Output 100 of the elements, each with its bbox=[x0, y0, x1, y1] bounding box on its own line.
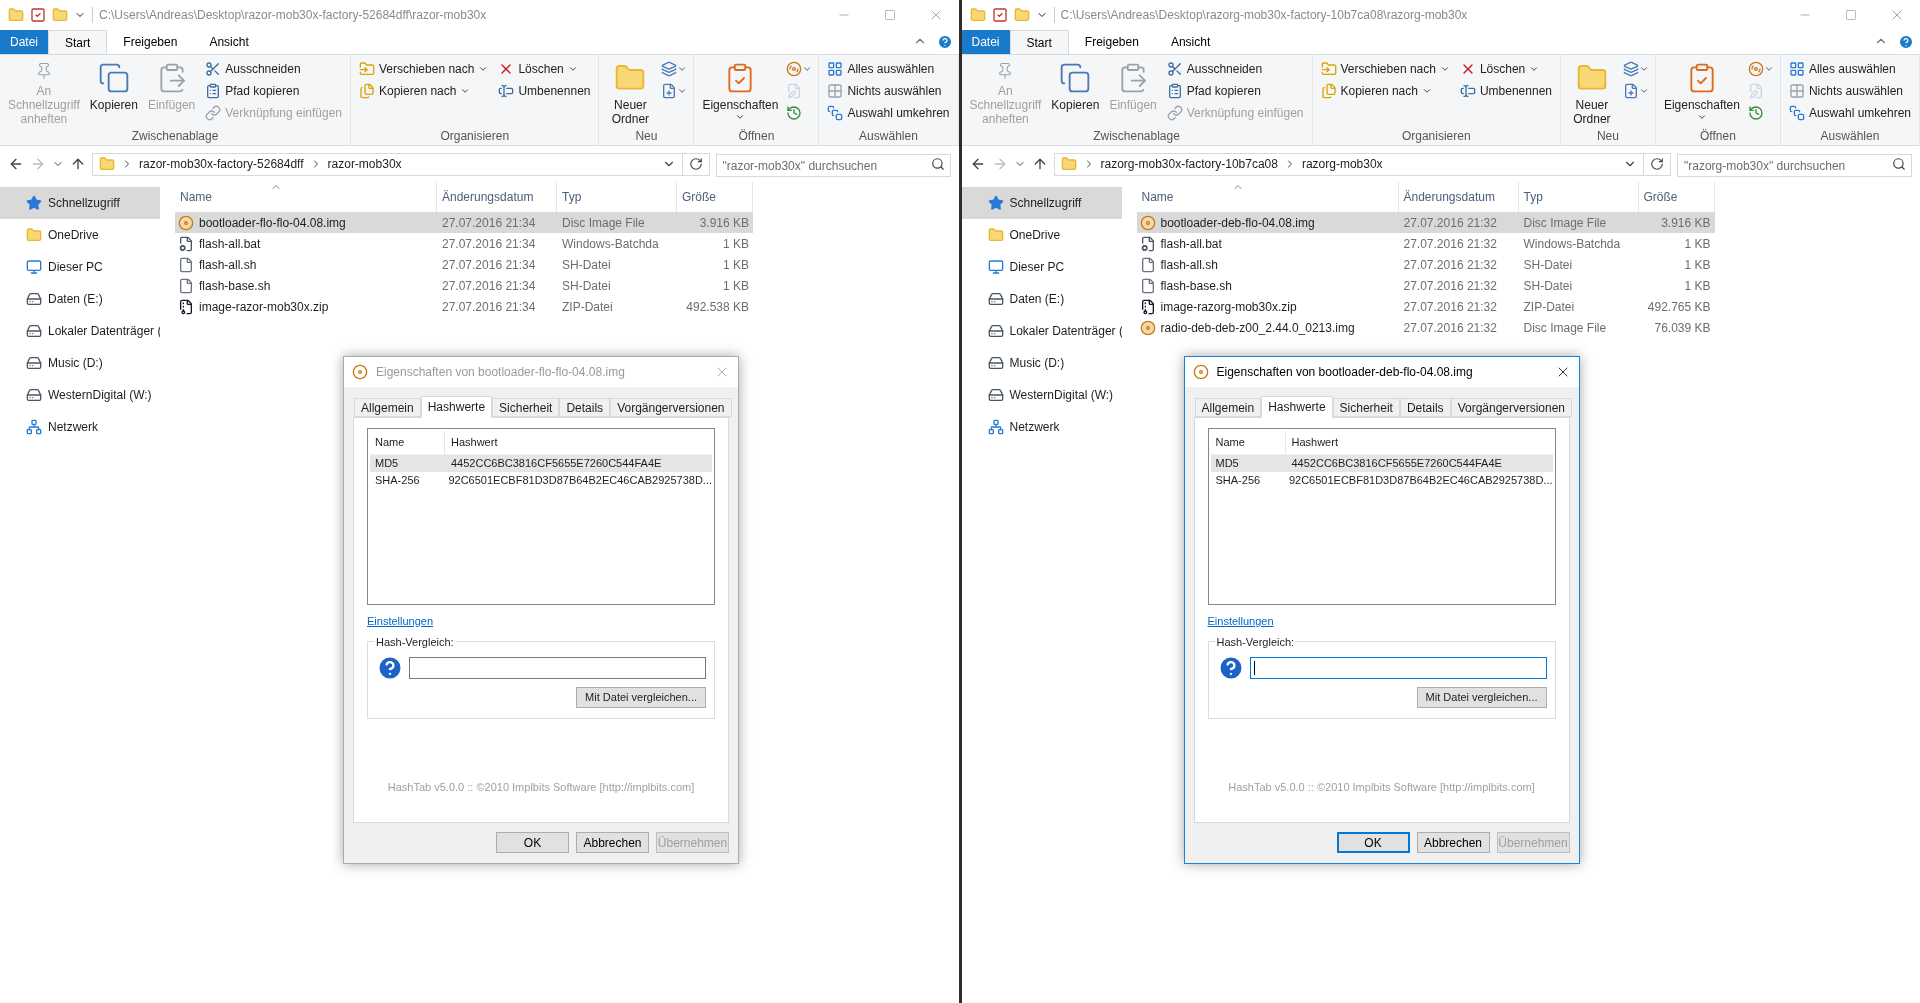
dialog-tab[interactable]: Allgemein bbox=[354, 398, 421, 417]
dialog-tab[interactable]: Details bbox=[559, 398, 611, 417]
ribbon-button[interactable]: Eigenschaften bbox=[698, 58, 783, 126]
nav-item[interactable]: Schnellzugriff bbox=[0, 187, 160, 219]
nav-item[interactable]: Music (D:) bbox=[0, 347, 160, 379]
file-row[interactable]: bootloader-deb-flo-04.08.img 27.07.2016 21:32 Disc Image File 3.916 KB bbox=[1136, 212, 1715, 233]
up-icon[interactable] bbox=[70, 156, 86, 172]
column-header[interactable]: Name bbox=[370, 431, 445, 454]
nav-item[interactable]: Daten (E:) bbox=[0, 283, 160, 315]
nav-item[interactable]: WesternDigital (W:) bbox=[961, 379, 1122, 411]
breadcrumb-item[interactable]: razor-mob30x bbox=[327, 155, 402, 173]
help-icon[interactable] bbox=[1898, 34, 1914, 50]
dialog-tab[interactable]: Vorgängerversionen bbox=[610, 398, 732, 417]
compare-file-button[interactable]: Mit Datei vergleichen... bbox=[1416, 686, 1547, 708]
breadcrumb-item[interactable]: razorg-mob30x-factory-10b7ca08 bbox=[1100, 155, 1278, 173]
properties-icon[interactable] bbox=[30, 7, 46, 23]
dialog-button[interactable]: OK bbox=[496, 832, 569, 853]
ribbon-button[interactable]: Verschieben nach bbox=[1316, 58, 1454, 80]
search-field[interactable]: "razor-mob30x" durchsuchen bbox=[715, 154, 951, 177]
ribbon-button[interactable]: Ausschneiden bbox=[201, 58, 346, 80]
column-header[interactable]: Hashwert bbox=[445, 431, 712, 454]
ribbon-button[interactable]: Kopieren bbox=[85, 58, 142, 126]
address-bar[interactable]: razor-mob30x-factory-52684dff razor-mob30x bbox=[92, 152, 710, 176]
ribbon-button[interactable]: Nichts auswählen bbox=[1784, 80, 1915, 102]
dialog-tab[interactable]: Allgemein bbox=[1194, 398, 1262, 417]
nav-item[interactable]: WesternDigital (W:) bbox=[0, 379, 160, 411]
ribbon-tab[interactable]: Ansicht bbox=[1154, 30, 1227, 54]
ribbon-button[interactable]: Alles auswählen bbox=[1784, 58, 1915, 80]
hash-row[interactable]: SHA-256 92C6501ECBF81D3D87B64B2EC46CAB2925738D... bbox=[370, 472, 712, 489]
ribbon-button[interactable]: Auswahl umkehren bbox=[823, 102, 954, 124]
ribbon-tab[interactable]: Start bbox=[48, 30, 108, 54]
dialog-tab[interactable]: Sicherheit bbox=[1332, 398, 1400, 417]
ribbon-tab[interactable]: Datei bbox=[0, 30, 48, 54]
nav-item[interactable]: Daten (E:) bbox=[961, 283, 1122, 315]
file-row[interactable]: flash-base.sh 27.07.2016 21:32 SH-Datei 1 KB bbox=[1136, 275, 1715, 296]
dialog-button[interactable]: OK bbox=[1336, 832, 1410, 853]
search-field[interactable]: "razorg-mob30x" durchsuchen bbox=[1677, 154, 1912, 177]
ribbon-button[interactable]: Kopieren nach bbox=[355, 80, 493, 102]
ribbon-button[interactable]: Pfad kopieren bbox=[201, 80, 346, 102]
nav-item[interactable]: OneDrive bbox=[0, 219, 160, 251]
nav-item[interactable]: Netzwerk bbox=[0, 411, 160, 443]
search-icon[interactable] bbox=[930, 156, 945, 171]
file-row[interactable]: image-razorg-mob30x.zip 27.07.2016 21:32 ZIP-Datei 492.765 KB bbox=[1136, 296, 1715, 317]
dialog-tab[interactable]: Details bbox=[1399, 398, 1451, 417]
breadcrumb-item[interactable]: razorg-mob30x bbox=[1301, 155, 1383, 173]
ribbon-button[interactable]: Löschen bbox=[494, 58, 595, 80]
ribbon-tab[interactable]: Datei bbox=[961, 30, 1010, 54]
ribbon-button[interactable]: Auswahl umkehren bbox=[1784, 102, 1915, 124]
nav-item[interactable]: Dieser PC bbox=[961, 251, 1122, 283]
ribbon-button[interactable]: Nichts auswählen bbox=[823, 80, 954, 102]
file-row[interactable]: flash-all.bat 27.07.2016 21:32 Windows-Batchda 1 KB bbox=[1136, 233, 1715, 254]
ribbon-button[interactable]: Kopieren nach bbox=[1316, 80, 1454, 102]
compare-file-button[interactable]: Mit Datei vergleichen... bbox=[576, 686, 706, 708]
ribbon-button[interactable]: Ausschneiden bbox=[1162, 58, 1308, 80]
ribbon-tab[interactable]: Freigeben bbox=[1068, 30, 1155, 54]
ribbon-button[interactable]: Pfad kopieren bbox=[1162, 80, 1308, 102]
back-icon[interactable] bbox=[8, 156, 24, 172]
ribbon-button[interactable]: Alles auswählen bbox=[823, 58, 954, 80]
hash-input-field[interactable] bbox=[1249, 656, 1547, 679]
properties-icon[interactable] bbox=[991, 7, 1008, 23]
address-bar[interactable]: razorg-mob30x-factory-10b7ca08 razorg-mob30x bbox=[1053, 152, 1671, 176]
column-header[interactable]: Hashwert bbox=[1285, 431, 1553, 454]
column-header[interactable]: Name bbox=[1210, 431, 1286, 454]
file-row[interactable]: flash-all.bat 27.07.2016 21:34 Windows-Batchda 1 KB bbox=[175, 233, 753, 254]
settings-link[interactable]: Einstellungen bbox=[1207, 613, 1274, 630]
hash-row[interactable]: SHA-256 92C6501ECBF81D3D87B64B2EC46CAB2925738D... bbox=[1210, 472, 1553, 489]
ribbon-button[interactable]: Umbenennen bbox=[494, 80, 595, 102]
ribbon-button[interactable]: Eigenschaften bbox=[1659, 58, 1744, 126]
nav-item[interactable]: Netzwerk bbox=[961, 411, 1122, 443]
nav-item[interactable]: Schnellzugriff bbox=[961, 187, 1122, 219]
dialog-tab[interactable]: Vorgängerversionen bbox=[1450, 398, 1573, 417]
hash-row[interactable]: MD5 4452CC6BC3816CF5655E7260C544FA4E bbox=[1210, 455, 1553, 472]
ribbon-button[interactable]: Umbenennen bbox=[1455, 80, 1556, 102]
dialog-button[interactable]: Abbrechen bbox=[1416, 832, 1490, 853]
file-row[interactable]: flash-all.sh 27.07.2016 21:32 SH-Datei 1 KB bbox=[1136, 254, 1715, 275]
ribbon-tab[interactable]: Freigeben bbox=[107, 30, 194, 54]
dialog-tab[interactable]: Hashwerte bbox=[1261, 396, 1333, 418]
breadcrumb-item[interactable]: razor-mob30x-factory-52684dff bbox=[139, 155, 304, 173]
file-row[interactable]: flash-all.sh 27.07.2016 21:34 SH-Datei 1 KB bbox=[175, 254, 753, 275]
ribbon-button[interactable]: Verschieben nach bbox=[355, 58, 493, 80]
settings-link[interactable]: Einstellungen bbox=[367, 613, 434, 630]
ribbon-button[interactable]: Kopieren bbox=[1047, 58, 1104, 126]
file-row[interactable]: flash-base.sh 27.07.2016 21:34 SH-Datei 1 KB bbox=[175, 275, 753, 296]
refresh-icon[interactable] bbox=[688, 157, 703, 171]
hash-row[interactable]: MD5 4452CC6BC3816CF5655E7260C544FA4E bbox=[370, 455, 712, 472]
dialog-button[interactable]: Abbrechen bbox=[576, 832, 649, 853]
ribbon-tab[interactable]: Start bbox=[1009, 30, 1069, 54]
ribbon-button[interactable]: Neuer Ordner bbox=[1565, 58, 1619, 126]
ribbon-button[interactable]: Löschen bbox=[1455, 58, 1556, 80]
dialog-tab[interactable]: Sicherheit bbox=[492, 398, 560, 417]
nav-item[interactable]: Dieser PC bbox=[0, 251, 160, 283]
file-row[interactable]: radio-deb-deb-z00_2.44.0_0213.img 27.07.2016 21:32 Disc Image File 76.039 KB bbox=[1136, 317, 1715, 338]
nav-item[interactable]: Music (D:) bbox=[961, 347, 1122, 379]
file-row[interactable]: image-razor-mob30x.zip 27.07.2016 21:34 ZIP-Datei 492.538 KB bbox=[175, 296, 753, 317]
help-icon[interactable] bbox=[936, 34, 953, 50]
ribbon-button[interactable]: Neuer Ordner bbox=[603, 58, 658, 126]
search-icon[interactable] bbox=[1892, 156, 1906, 171]
file-row[interactable]: bootloader-flo-flo-04.08.img 27.07.2016 21:34 Disc Image File 3.916 KB bbox=[175, 212, 753, 233]
hash-input-field[interactable] bbox=[409, 656, 706, 679]
nav-item[interactable]: OneDrive bbox=[961, 219, 1122, 251]
